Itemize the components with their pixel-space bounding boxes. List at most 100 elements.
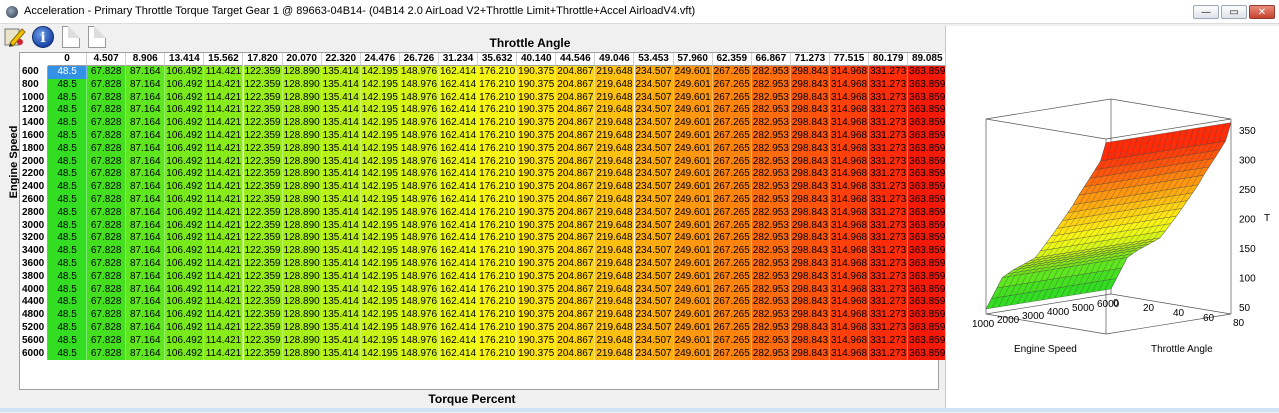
row-header[interactable]: 5600 bbox=[20, 334, 48, 348]
column-header[interactable]: 44.546 bbox=[556, 53, 596, 66]
table-cell[interactable]: 122.359 bbox=[243, 78, 283, 92]
table-cell[interactable]: 48.5 bbox=[48, 206, 88, 220]
table-cell[interactable]: 114.421 bbox=[204, 155, 244, 169]
table-cell[interactable]: 234.507 bbox=[634, 206, 674, 220]
table-cell[interactable]: 135.414 bbox=[321, 232, 361, 246]
table-cell[interactable]: 122.359 bbox=[243, 347, 283, 361]
table-cell[interactable]: 128.890 bbox=[282, 334, 322, 348]
table-cell[interactable]: 67.828 bbox=[87, 142, 127, 156]
table-cell[interactable]: 48.5 bbox=[48, 283, 88, 297]
table-cell[interactable]: 48.5 bbox=[48, 245, 88, 258]
table-cell[interactable]: 249.601 bbox=[673, 130, 713, 143]
table-cell[interactable]: 219.648 bbox=[595, 66, 635, 79]
table-cell[interactable]: 331.273 bbox=[869, 334, 909, 348]
table-cell[interactable]: 363.859 bbox=[908, 66, 948, 79]
table-cell[interactable]: 67.828 bbox=[87, 130, 127, 143]
row-header[interactable]: 2800 bbox=[20, 206, 48, 220]
row-header[interactable]: 2000 bbox=[20, 155, 48, 169]
table-cell[interactable]: 267.265 bbox=[712, 66, 752, 79]
table-cell[interactable]: 122.359 bbox=[243, 155, 283, 169]
table-cell[interactable]: 142.195 bbox=[360, 104, 400, 118]
table-cell[interactable]: 142.195 bbox=[360, 130, 400, 143]
table-cell[interactable]: 148.976 bbox=[399, 91, 439, 105]
table-cell[interactable]: 114.421 bbox=[204, 130, 244, 143]
table-cell[interactable]: 249.601 bbox=[673, 66, 713, 79]
table-cell[interactable]: 176.210 bbox=[478, 181, 518, 194]
table-cell[interactable]: 114.421 bbox=[204, 232, 244, 246]
table-cell[interactable]: 142.195 bbox=[360, 206, 400, 220]
table-cell[interactable]: 87.164 bbox=[126, 78, 166, 92]
table-cell[interactable]: 67.828 bbox=[87, 117, 127, 130]
table-cell[interactable]: 106.492 bbox=[165, 66, 205, 79]
table-cell[interactable]: 122.359 bbox=[243, 181, 283, 194]
table-cell[interactable]: 162.414 bbox=[439, 206, 479, 220]
table-cell[interactable]: 148.976 bbox=[399, 117, 439, 130]
table-cell[interactable]: 106.492 bbox=[165, 91, 205, 105]
row-header[interactable]: 6000 bbox=[20, 347, 48, 361]
table-cell[interactable]: 114.421 bbox=[204, 91, 244, 105]
table-cell[interactable]: 204.867 bbox=[556, 270, 596, 284]
table-cell[interactable]: 331.273 bbox=[869, 78, 909, 92]
table-cell[interactable]: 87.164 bbox=[126, 296, 166, 310]
table-cell[interactable]: 267.265 bbox=[712, 206, 752, 220]
row-header[interactable]: 3400 bbox=[20, 245, 48, 258]
table-cell[interactable]: 219.648 bbox=[595, 309, 635, 322]
table-cell[interactable]: 128.890 bbox=[282, 78, 322, 92]
table-cell[interactable]: 219.648 bbox=[595, 168, 635, 182]
table-cell[interactable]: 282.953 bbox=[751, 309, 791, 322]
table-cell[interactable]: 176.210 bbox=[478, 245, 518, 258]
table-cell[interactable]: 67.828 bbox=[87, 78, 127, 92]
table-cell[interactable]: 298.843 bbox=[790, 130, 830, 143]
table-cell[interactable]: 282.953 bbox=[751, 130, 791, 143]
table-cell[interactable]: 234.507 bbox=[634, 283, 674, 297]
table-cell[interactable]: 282.953 bbox=[751, 181, 791, 194]
table-cell[interactable]: 331.273 bbox=[869, 168, 909, 182]
table-cell[interactable]: 190.375 bbox=[517, 78, 557, 92]
table-cell[interactable]: 48.5 bbox=[48, 117, 88, 130]
table-cell[interactable]: 363.859 bbox=[908, 155, 948, 169]
table-cell[interactable]: 314.968 bbox=[830, 181, 870, 194]
table-cell[interactable]: 267.265 bbox=[712, 78, 752, 92]
table-cell[interactable]: 122.359 bbox=[243, 219, 283, 233]
table-cell[interactable]: 249.601 bbox=[673, 322, 713, 335]
table-cell[interactable]: 249.601 bbox=[673, 334, 713, 348]
table-cell[interactable]: 122.359 bbox=[243, 104, 283, 118]
column-header[interactable]: 31.234 bbox=[439, 53, 479, 66]
table-cell[interactable]: 219.648 bbox=[595, 245, 635, 258]
table-cell[interactable]: 67.828 bbox=[87, 334, 127, 348]
table-cell[interactable]: 204.867 bbox=[556, 232, 596, 246]
table-cell[interactable]: 114.421 bbox=[204, 322, 244, 335]
table-cell[interactable]: 128.890 bbox=[282, 232, 322, 246]
table-cell[interactable]: 162.414 bbox=[439, 232, 479, 246]
table-cell[interactable]: 106.492 bbox=[165, 347, 205, 361]
table-cell[interactable]: 67.828 bbox=[87, 66, 127, 79]
table-cell[interactable]: 190.375 bbox=[517, 334, 557, 348]
table-cell[interactable]: 249.601 bbox=[673, 155, 713, 169]
table-cell[interactable]: 128.890 bbox=[282, 91, 322, 105]
table-cell[interactable]: 267.265 bbox=[712, 232, 752, 246]
table-cell[interactable]: 314.968 bbox=[830, 232, 870, 246]
table-cell[interactable]: 106.492 bbox=[165, 232, 205, 246]
table-cell[interactable]: 234.507 bbox=[634, 104, 674, 118]
table-cell[interactable]: 135.414 bbox=[321, 206, 361, 220]
table-cell[interactable]: 204.867 bbox=[556, 296, 596, 310]
table-cell[interactable]: 162.414 bbox=[439, 117, 479, 130]
table-cell[interactable]: 162.414 bbox=[439, 130, 479, 143]
table-cell[interactable]: 176.210 bbox=[478, 117, 518, 130]
table-cell[interactable]: 48.5 bbox=[48, 309, 88, 322]
table-cell[interactable]: 249.601 bbox=[673, 283, 713, 297]
table-cell[interactable]: 106.492 bbox=[165, 322, 205, 335]
table-cell[interactable]: 234.507 bbox=[634, 78, 674, 92]
table-cell[interactable]: 267.265 bbox=[712, 309, 752, 322]
table-cell[interactable]: 298.843 bbox=[790, 245, 830, 258]
table-cell[interactable]: 135.414 bbox=[321, 245, 361, 258]
table-cell[interactable]: 162.414 bbox=[439, 334, 479, 348]
table-cell[interactable]: 87.164 bbox=[126, 309, 166, 322]
table-cell[interactable]: 135.414 bbox=[321, 104, 361, 118]
table-cell[interactable]: 298.843 bbox=[790, 66, 830, 79]
table-cell[interactable]: 135.414 bbox=[321, 270, 361, 284]
table-cell[interactable]: 87.164 bbox=[126, 206, 166, 220]
table-cell[interactable]: 87.164 bbox=[126, 245, 166, 258]
table-cell[interactable]: 114.421 bbox=[204, 206, 244, 220]
table-cell[interactable]: 219.648 bbox=[595, 117, 635, 130]
